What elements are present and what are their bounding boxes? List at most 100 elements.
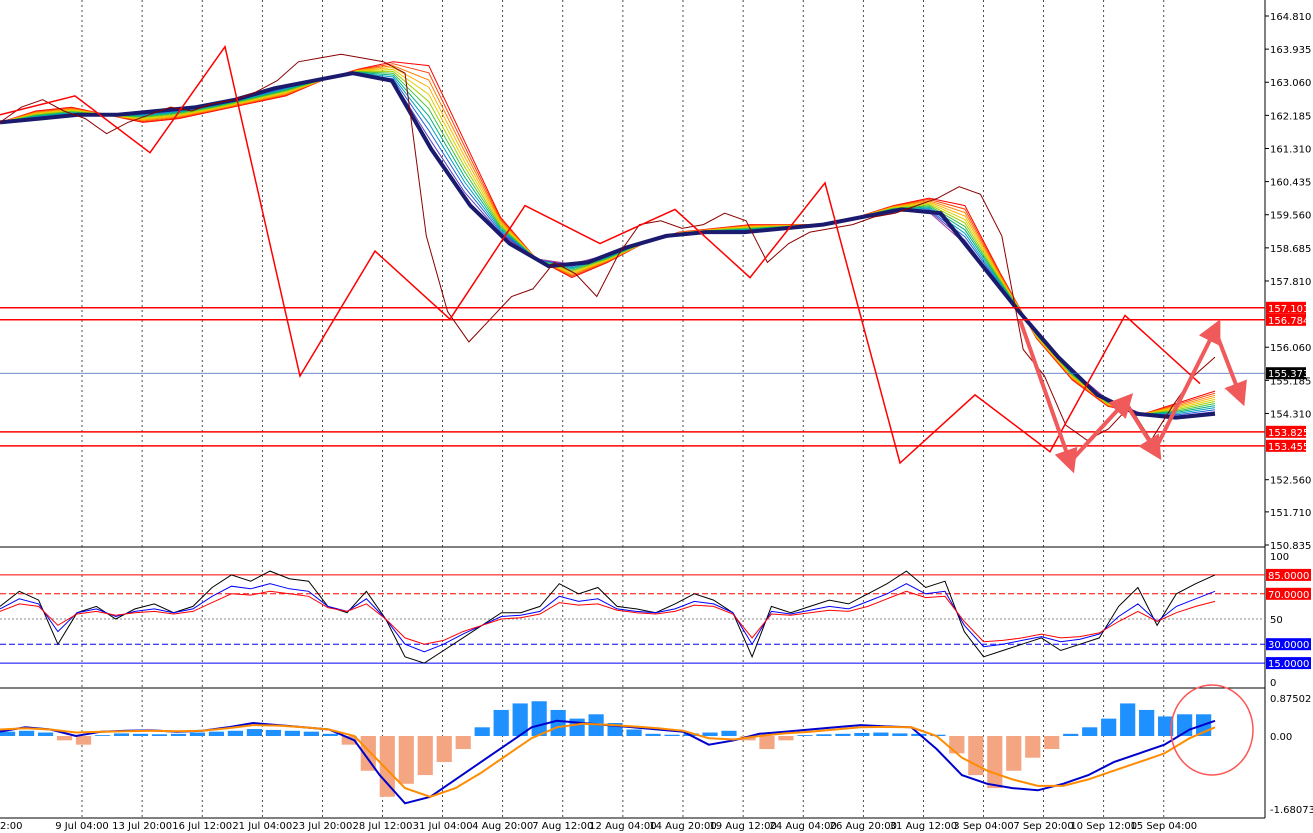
macd-histogram-bar: [1120, 703, 1136, 737]
oscillator-level-label: 15.0000: [1268, 659, 1309, 670]
macd-histogram-bar: [284, 730, 300, 737]
oscillator-panel[interactable]: [0, 549, 1265, 687]
time-tick-label: 4 Aug 20:00: [472, 821, 533, 832]
macd-histogram-bar: [208, 731, 225, 737]
macd-histogram-bar: [227, 730, 243, 737]
price-tick-label: 157.810: [1270, 277, 1311, 288]
macd-histogram-bar: [246, 729, 262, 737]
time-tick-label: 13 Jul 20:00: [112, 821, 172, 832]
macd-histogram-bar: [1044, 736, 1060, 750]
macd-tick-label: 0.00: [1270, 732, 1292, 743]
price-tick-label: 163.060: [1270, 78, 1311, 89]
macd-histogram-bar: [778, 736, 794, 741]
macd-histogram-bar: [645, 733, 661, 737]
price-tick-label: 152.560: [1270, 476, 1311, 487]
oscillator-tick-label: 100: [1270, 552, 1289, 563]
macd-histogram-bar: [132, 733, 149, 737]
macd-histogram-bar: [94, 735, 111, 737]
time-axis: 2:00 9 Jul 04:00 13 Jul 20:00 16 Jul 12:00 2…: [0, 821, 1197, 832]
time-tick-label: 7 Sep 20:00: [1013, 821, 1073, 832]
macd-histogram-bar: [455, 736, 471, 750]
macd-histogram-bar: [37, 732, 54, 737]
macd-histogram-bar: [1139, 709, 1155, 737]
macd-histogram-bar: [816, 734, 832, 737]
macd-histogram-bar: [968, 736, 984, 776]
macd-histogram-bar: [265, 729, 281, 737]
level-tag-label: 157.101: [1268, 304, 1309, 315]
macd-histogram-bar: [322, 733, 338, 737]
time-tick-label: 23 Jul 20:00: [292, 821, 352, 832]
price-tick-label: 162.185: [1270, 111, 1311, 122]
macd-histogram-bar: [303, 731, 319, 737]
macd-axis: 0.87502 0.00 -1.68073: [1270, 694, 1313, 816]
time-tick-label: 19 Aug 12:00: [709, 821, 776, 832]
price-panel[interactable]: [0, 0, 1265, 546]
time-tick-label: 28 Jul 12:00: [353, 821, 413, 832]
time-tick-label: 12 Aug 04:00: [589, 821, 656, 832]
time-tick-label: 16 Jul 12:00: [172, 821, 232, 832]
macd-histogram-bar: [474, 727, 490, 737]
macd-histogram-bar: [1082, 727, 1098, 737]
macd-histogram-bar: [1006, 736, 1022, 771]
macd-histogram-bar: [170, 733, 187, 737]
oscillator-level-label: 85.0000: [1268, 571, 1309, 582]
price-tick-label: 161.310: [1270, 144, 1311, 155]
time-tick-label: 7 Aug 12:00: [532, 821, 593, 832]
macd-histogram-bar: [379, 736, 395, 797]
time-tick-label: 2:00: [0, 821, 22, 832]
trading-chart[interactable]: 164.810 163.935 163.060 162.185 161.310 160.4…: [0, 0, 1313, 833]
price-tick-label: 159.560: [1270, 211, 1311, 222]
time-tick-label: 15 Sep 04:00: [1130, 821, 1197, 832]
time-tick-label: 31 Aug 12:00: [890, 821, 957, 832]
macd-panel[interactable]: [0, 690, 1265, 818]
macd-histogram-bar: [1101, 718, 1117, 737]
price-tick-label: 156.060: [1270, 343, 1311, 354]
macd-histogram-bar: [56, 736, 73, 741]
macd-histogram-bar: [550, 709, 566, 737]
macd-histogram-bar: [854, 732, 870, 737]
macd-histogram-bar: [721, 730, 737, 737]
level-tag-label: 156.784: [1268, 316, 1309, 327]
time-tick-label: 26 Aug 20:00: [830, 821, 897, 832]
macd-histogram-bar: [189, 732, 206, 737]
macd-histogram-bar: [531, 701, 547, 737]
macd-histogram-bar: [113, 733, 130, 737]
macd-histogram-bar: [759, 736, 775, 750]
time-tick-label: 3 Sep 04:00: [953, 821, 1013, 832]
level-tag-label: 153.455: [1268, 442, 1309, 453]
macd-histogram-bar: [1063, 733, 1079, 737]
price-tick-label: 164.810: [1270, 12, 1311, 23]
time-tick-label: 10 Sep 12:00: [1070, 821, 1137, 832]
macd-histogram-bar: [892, 733, 908, 737]
macd-histogram-bar: [1025, 736, 1041, 758]
macd-histogram-bar: [18, 730, 35, 737]
macd-histogram-bar: [75, 736, 92, 745]
time-tick-label: 31 Jul 04:00: [413, 821, 473, 832]
macd-histogram-bar: [873, 732, 889, 737]
macd-histogram-bar: [702, 732, 718, 737]
price-tick-label: 160.435: [1270, 178, 1311, 189]
macd-histogram-bar: [398, 736, 414, 784]
macd-tick-label: -1.68073: [1270, 805, 1313, 816]
macd-histogram-bar: [493, 709, 509, 737]
macd-histogram-bar: [664, 734, 680, 737]
price-tick-label: 154.310: [1270, 409, 1311, 420]
macd-histogram-bar: [949, 736, 965, 754]
time-tick-label: 9 Jul 04:00: [55, 821, 109, 832]
price-tick-label: 151.710: [1270, 508, 1311, 519]
price-tick-label: 158.685: [1270, 244, 1311, 255]
price-axis: 164.810 163.935 163.060 162.185 161.310 160.4…: [1265, 12, 1311, 552]
time-tick-label: 21 Jul 04:00: [232, 821, 292, 832]
current-price-label: 155.373: [1268, 369, 1309, 380]
macd-histogram-bar: [436, 736, 452, 763]
macd-histogram-bar: [835, 733, 851, 737]
time-tick-label: 24 Aug 04:00: [769, 821, 836, 832]
macd-tick-label: 0.87502: [1270, 694, 1311, 705]
macd-histogram-bar: [797, 735, 813, 737]
macd-histogram-bar: [626, 729, 642, 737]
price-tick-label: 150.835: [1270, 541, 1311, 552]
macd-histogram-bar: [417, 736, 433, 776]
macd-histogram-bar: [151, 734, 168, 737]
level-tag-label: 153.825: [1268, 428, 1309, 439]
oscillator-tick-label: 50: [1270, 615, 1283, 626]
